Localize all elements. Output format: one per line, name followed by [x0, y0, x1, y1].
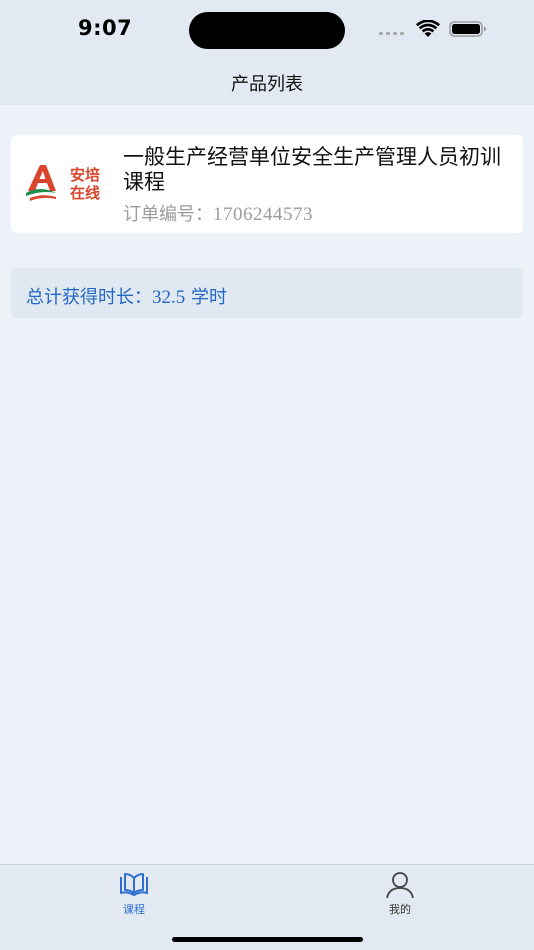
tab-courses-label: 课程: [123, 903, 145, 916]
total-hours-bar: 总计获得时长：32.5 学时: [11, 268, 523, 318]
dynamic-island: [189, 12, 345, 49]
total-hours-label: 总计获得时长：: [26, 287, 152, 308]
tab-courses[interactable]: 课程: [94, 871, 174, 917]
top-bar: 9:07 产品列表: [0, 0, 534, 105]
cellular-signal-icon: [379, 32, 404, 35]
order-label: 订单编号：: [123, 204, 213, 225]
wifi-icon: [416, 20, 440, 37]
tab-mine[interactable]: 我的: [360, 871, 440, 917]
battery-icon: [449, 21, 486, 37]
status-time: 9:07: [78, 16, 133, 40]
home-indicator[interactable]: [172, 937, 363, 942]
course-title: 一般生产经营单位安全生产管理人员初训课程: [123, 145, 501, 194]
order-number: 1706244573: [213, 204, 313, 225]
page-title: 产品列表: [231, 74, 303, 95]
total-hours-unit: 学时: [190, 287, 227, 308]
anpei-logo: 安培 在线: [26, 165, 100, 202]
screen: 9:07 产品列表 安培 在线 一般生产经营单位安全生产管理人员初训课程 订单编…: [0, 0, 534, 950]
logo-text-top: 安培: [70, 166, 100, 184]
product-card[interactable]: 安培 在线 一般生产经营单位安全生产管理人员初训课程 订单编号：17062445…: [11, 135, 523, 233]
order-info: 订单编号：1706244573: [123, 200, 313, 226]
total-hours-value: 32.5: [152, 287, 186, 308]
person-icon: [386, 872, 414, 899]
logo-text-bottom: 在线: [70, 184, 100, 202]
book-open-icon: [120, 873, 148, 896]
total-hours-text: 总计获得时长：32.5 学时: [26, 283, 227, 309]
tab-mine-label: 我的: [389, 903, 411, 916]
